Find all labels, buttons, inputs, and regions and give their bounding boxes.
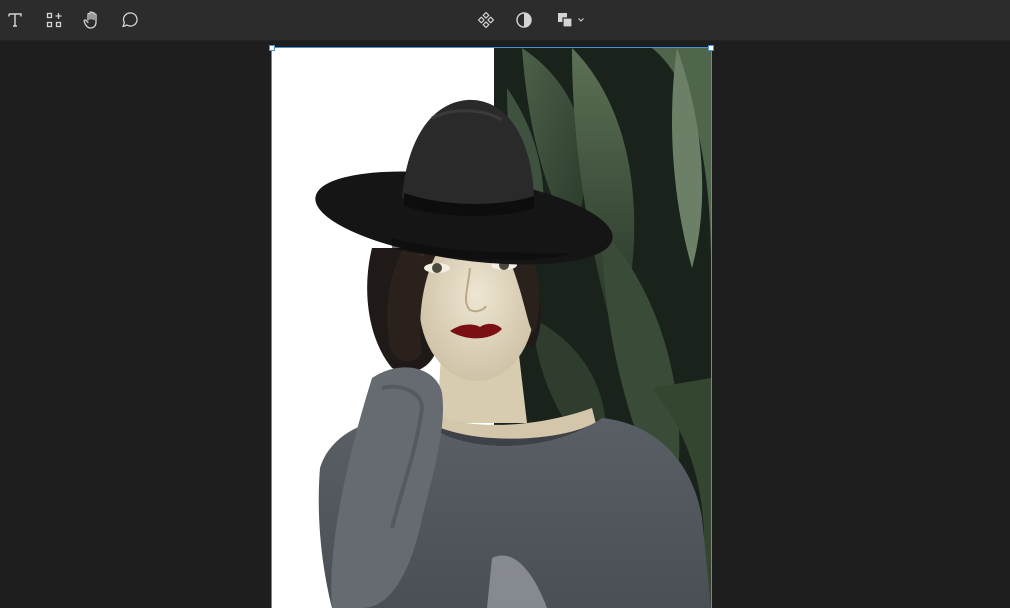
hand-icon: [83, 11, 97, 29]
top-toolbar: [0, 0, 1010, 41]
comment-icon: [122, 12, 138, 28]
hand-tool-button[interactable]: [78, 6, 106, 34]
components-icon: [46, 12, 62, 28]
boolean-dropdown[interactable]: [552, 6, 588, 34]
resize-handle-top-left[interactable]: [269, 45, 275, 51]
chevron-down-icon: [578, 18, 584, 22]
contrast-icon: [516, 12, 532, 28]
resize-handle-top-right[interactable]: [708, 45, 714, 51]
component-icon: [477, 11, 495, 29]
comment-tool-button[interactable]: [116, 6, 144, 34]
portrait-photo: [272, 48, 711, 608]
text-tool-button[interactable]: [1, 6, 29, 34]
component-button[interactable]: [472, 6, 500, 34]
selected-image-frame[interactable]: [271, 47, 712, 608]
boolean-icon: [558, 13, 573, 28]
text-icon: [8, 13, 22, 27]
contrast-button[interactable]: [510, 6, 538, 34]
components-tool-button[interactable]: [40, 6, 68, 34]
